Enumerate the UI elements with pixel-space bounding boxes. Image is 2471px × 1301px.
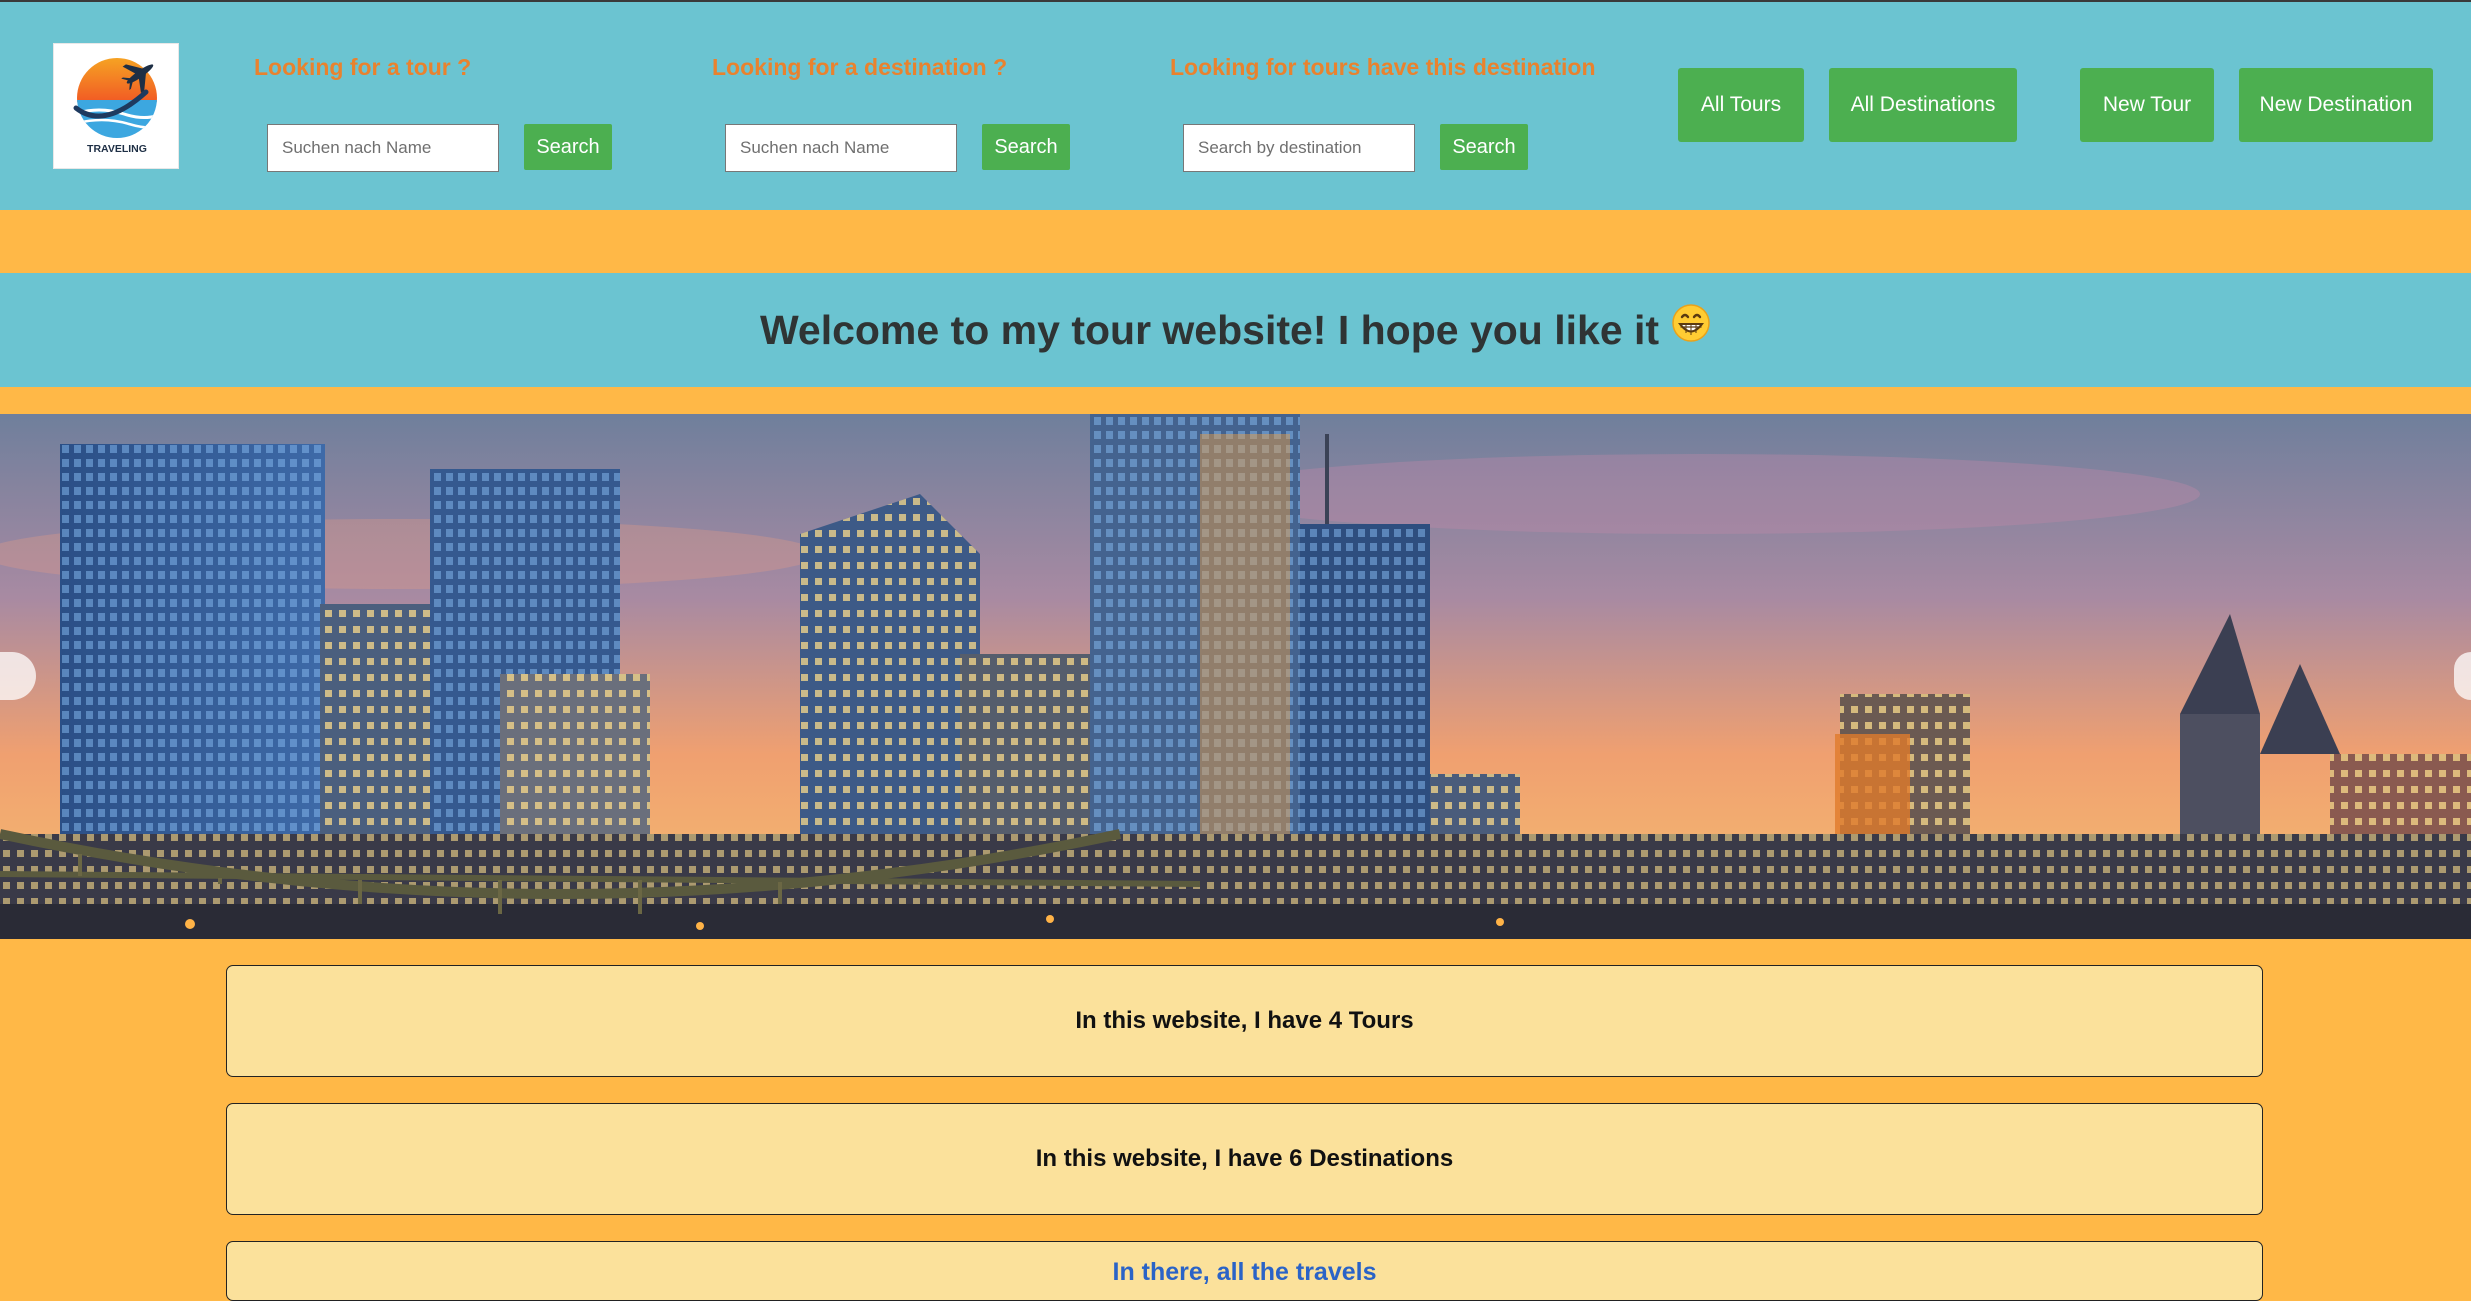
welcome-banner: Welcome to my tour website! I hope you l… xyxy=(0,273,2471,387)
search-tour-button[interactable]: Search xyxy=(524,124,612,170)
search-destination-button[interactable]: Search xyxy=(982,124,1070,170)
search-by-destination-input[interactable] xyxy=(1183,124,1415,172)
new-destination-button[interactable]: New Destination xyxy=(2239,68,2433,142)
search-destination-heading: Looking for a destination ? xyxy=(712,54,1008,80)
navbar: TRAVELING Looking for a tour ? Search Lo… xyxy=(0,2,2471,210)
destinations-count-card: In this website, I have 6 Destinations xyxy=(226,1103,2263,1215)
travel-logo-icon: TRAVELING xyxy=(73,58,157,155)
city-skyline-image xyxy=(0,414,2471,939)
search-tour-input[interactable] xyxy=(267,124,499,172)
hero-carousel xyxy=(0,414,2471,939)
tours-count-card: In this website, I have 4 Tours xyxy=(226,965,2263,1077)
svg-text:TRAVELING: TRAVELING xyxy=(87,143,147,155)
all-travels-link[interactable]: In there, all the travels xyxy=(1113,1258,1377,1286)
search-destination-input[interactable] xyxy=(725,124,957,172)
welcome-text: Welcome to my tour website! I hope you l… xyxy=(759,307,1660,353)
site-logo[interactable]: TRAVELING xyxy=(53,43,179,169)
grinning-face-icon xyxy=(1671,272,1711,386)
new-tour-button[interactable]: New Tour xyxy=(2080,68,2214,142)
all-travels-card[interactable]: In there, all the travels xyxy=(226,1241,2263,1301)
all-destinations-button[interactable]: All Destinations xyxy=(1829,68,2017,142)
search-by-destination-button[interactable]: Search xyxy=(1440,124,1528,170)
tours-count-text: In this website, I have 4 Tours xyxy=(1075,1007,1414,1034)
search-tour-heading: Looking for a tour ? xyxy=(254,54,472,80)
search-by-destination-heading: Looking for tours have this destination xyxy=(1170,54,1596,80)
destinations-count-text: In this website, I have 6 Destinations xyxy=(1035,1145,1454,1172)
carousel-next-button[interactable] xyxy=(2454,652,2471,700)
all-tours-button[interactable]: All Tours xyxy=(1678,68,1804,142)
